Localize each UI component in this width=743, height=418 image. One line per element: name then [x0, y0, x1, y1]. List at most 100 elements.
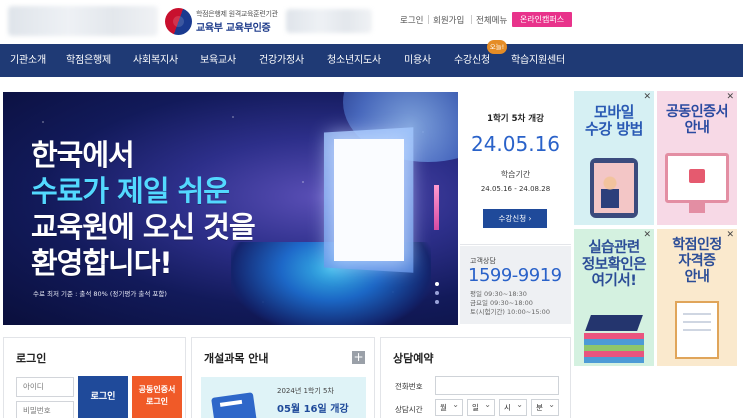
blurred-badge-image — [286, 9, 372, 33]
hero-banner[interactable]: 한국에서 수료가 제일 쉬운 교육원에 오신 것을 환영합니다! 수료 최저 기… — [3, 92, 458, 325]
nav-item-social-worker[interactable]: 사회복지사 — [133, 44, 178, 77]
side-banner-line: 안내 — [684, 120, 710, 137]
util-divider — [428, 15, 429, 24]
minute-select[interactable]: 분 — [531, 397, 559, 416]
logo-title-suffix: 교육부인증 — [225, 23, 271, 34]
hour-select[interactable]: 시 — [499, 397, 527, 416]
side-banner-line: 실습관련 — [588, 240, 640, 256]
reservation-panel: 상담예약 전화번호 상담시간 월 일 시 분 — [380, 337, 571, 418]
course-card-subtitle: 2024년 1학기 5차 — [277, 387, 334, 395]
hero-door — [334, 139, 404, 261]
consult-hours-friday: 금요일 09:30~18:00 — [470, 299, 533, 307]
plus-icon[interactable]: + — [352, 351, 365, 364]
side-banner-line: 수강 방법 — [585, 120, 643, 139]
online-campus-button[interactable]: 온라인캠퍼스 — [512, 12, 572, 27]
side-banner-line: 공동인증서 — [666, 104, 728, 120]
nav-item-registration[interactable]: 수강신청 — [454, 44, 490, 77]
document-line — [683, 313, 711, 315]
lock-icon — [689, 169, 705, 183]
nav-item-credit-bank[interactable]: 학점은행제 — [66, 44, 111, 77]
site-header: 학점은행제 원격교육훈련기관 교육부 교육부인증 로그인 회원가입 전체메뉴 온… — [0, 0, 743, 44]
login-button[interactable]: 로그인 — [78, 376, 128, 418]
schedule-date: 24.05.16 — [470, 132, 561, 156]
consult-panel: 고객상담 1599-9919 평일 09:30~18:30 금요일 09:30~… — [460, 246, 571, 324]
side-banner-text: 실습관련 정보확인은 여기서! — [574, 240, 654, 290]
nav-item-family-counselor[interactable]: 건강가정사 — [259, 44, 304, 77]
course-panel: 개설과목 안내 + 2024년 1학기 5차 05월 16일 개강 — [191, 337, 375, 418]
login-panel: 로그인 아이디 비밀번호 로그인 공동인증서 로그인 — [3, 337, 186, 418]
books-icon — [584, 333, 644, 363]
main-nav: 기관소개 학점은행제 사회복지사 보육교사 건강가정사 청소년지도사 미용사 수… — [0, 44, 743, 77]
day-select[interactable]: 일 — [467, 397, 495, 416]
document-icon — [675, 301, 719, 359]
schedule-period: 24.05.16 - 24.08.28 — [480, 185, 551, 193]
side-banner-line: 자격증 — [678, 253, 716, 270]
course-title: 개설과목 안내 — [204, 352, 269, 365]
login-title: 로그인 — [16, 352, 47, 365]
document-line — [683, 321, 711, 323]
consult-hours: 평일 09:30~18:30 금요일 09:30~18:00 토(시험기간) 1… — [470, 290, 550, 317]
signup-link[interactable]: 회원가입 — [433, 14, 464, 26]
consult-phone[interactable]: 1599-9919 — [468, 265, 562, 286]
time-label: 상담시간 — [395, 405, 423, 414]
logo-title-prefix: 교육부 — [196, 23, 223, 34]
side-banner-line: 여기서! — [591, 273, 637, 290]
smartphone-icon — [590, 158, 638, 218]
hero-pagination — [435, 282, 439, 309]
close-icon[interactable]: ✕ — [643, 231, 651, 240]
logo-subtitle: 학점은행제 원격교육훈련기관 — [196, 10, 278, 18]
hero-accent-bar — [434, 185, 439, 230]
side-banner-certificate[interactable]: ✕ 공동인증서 안내 — [657, 91, 737, 225]
side-banner-text: 학점인정 자격증 안내 — [657, 237, 737, 285]
side-banner-text: 모바일 수강 방법 — [574, 103, 654, 139]
side-banner-mobile[interactable]: ✕ 모바일 수강 방법 — [574, 91, 654, 225]
id-input[interactable]: 아이디 — [16, 377, 74, 397]
notebook-icon — [211, 392, 257, 418]
side-banner-license[interactable]: ✕ 학점인정 자격증 안내 — [657, 229, 737, 366]
side-banner-practicum[interactable]: ✕ 실습관련 정보확인은 여기서! — [574, 229, 654, 366]
close-icon[interactable]: ✕ — [726, 93, 734, 102]
side-banner-text: 공동인증서 안내 — [657, 104, 737, 136]
password-input[interactable]: 비밀번호 — [16, 401, 74, 418]
document-line — [683, 329, 711, 331]
register-button[interactable]: 수강신청 › — [483, 209, 547, 228]
certificate-login-button[interactable]: 공동인증서 로그인 — [132, 376, 182, 418]
course-card[interactable]: 2024년 1학기 5차 05월 16일 개강 — [201, 377, 366, 418]
hero-dot[interactable] — [435, 300, 439, 304]
person-icon — [601, 176, 619, 208]
side-banner-line: 학점인정 — [672, 237, 722, 253]
hero-headline-4: 환영합니다! — [31, 246, 173, 280]
hero-dot[interactable] — [435, 282, 439, 286]
schedule-panel: 1학기 5차 개강 24.05.16 학습기간 24.05.16 - 24.08… — [460, 92, 571, 245]
phone-label: 전화번호 — [395, 382, 423, 391]
nav-item-childcare-teacher[interactable]: 보육교사 — [200, 44, 236, 77]
reservation-title: 상담예약 — [393, 352, 434, 365]
blurred-logo-image — [8, 6, 158, 36]
nav-item-youth-instructor[interactable]: 청소년지도사 — [327, 44, 381, 77]
nav-badge-today: 오늘! — [487, 40, 507, 54]
nav-item-about[interactable]: 기관소개 — [10, 44, 46, 77]
util-divider — [471, 15, 472, 24]
all-menu-link[interactable]: 전체메뉴 — [476, 14, 507, 26]
consult-hours-weekday: 평일 09:30~18:30 — [470, 290, 527, 298]
consult-hours-saturday: 토(시험기간) 10:00~15:00 — [470, 308, 550, 316]
close-icon[interactable]: ✕ — [643, 93, 651, 102]
nav-item-learning-center[interactable]: 학습지원센터 — [511, 44, 565, 77]
hero-note: 수료 최저 기준 : 출석 80% (정기평가 출석 포함) — [33, 290, 167, 298]
certificate-login-label-2: 로그인 — [145, 397, 169, 406]
graduation-cap-icon — [585, 315, 643, 331]
certificate-login-label-1: 공동인증서 — [138, 385, 176, 394]
side-banner-line: 정보확인은 — [581, 256, 647, 273]
monitor-stand — [689, 203, 705, 213]
hero-dot[interactable] — [435, 291, 439, 295]
schedule-period-label: 학습기간 — [500, 170, 531, 179]
side-banner-line: 모바일 — [594, 103, 634, 121]
course-card-date: 05월 16일 개강 — [277, 404, 349, 415]
side-banner-line: 안내 — [684, 269, 710, 286]
government-emblem-icon — [165, 8, 192, 35]
login-link[interactable]: 로그인 — [400, 14, 423, 26]
nav-item-beautician[interactable]: 미용사 — [404, 44, 431, 77]
logo-title[interactable]: 교육부 교육부인증 — [196, 19, 271, 34]
month-select[interactable]: 월 — [435, 397, 463, 416]
phone-input[interactable] — [435, 376, 559, 395]
